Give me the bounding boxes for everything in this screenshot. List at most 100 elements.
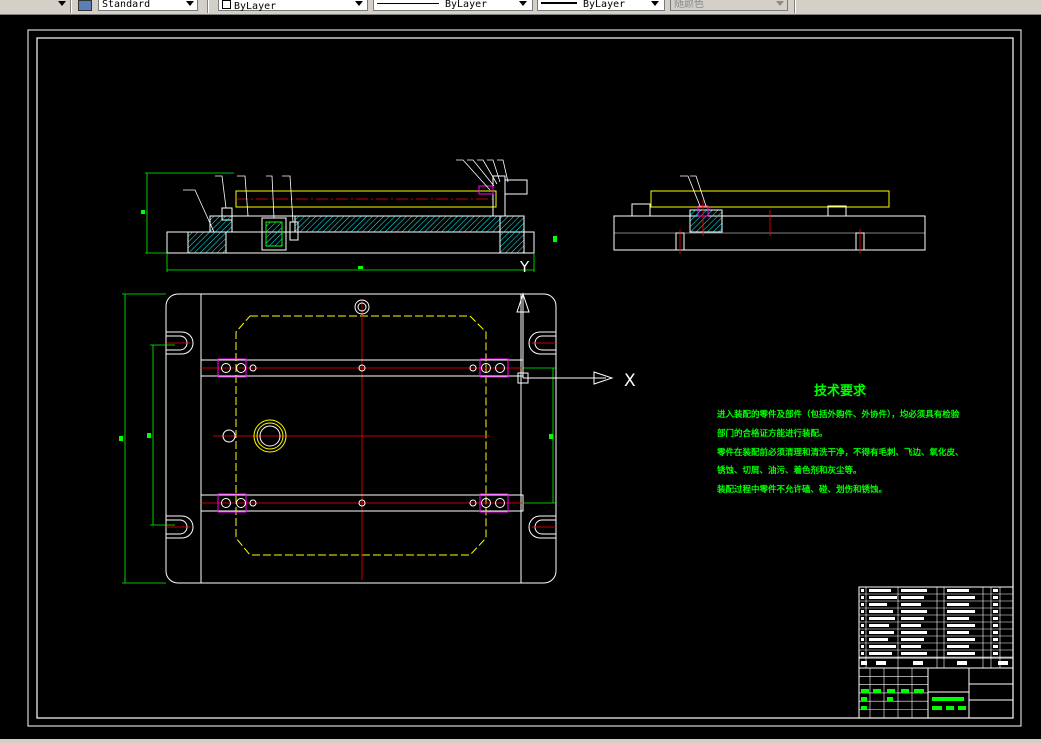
signature-glyphs <box>901 689 909 693</box>
part-name-glyphs <box>869 645 896 648</box>
part-name-glyphs <box>869 652 892 655</box>
ucs-x-label: X <box>624 371 636 391</box>
dimension-text <box>553 236 557 242</box>
side-guide-plate <box>650 190 890 208</box>
part-name-glyphs <box>869 631 894 634</box>
part-name-glyphs <box>869 596 897 599</box>
ucs-arrow-icon <box>516 292 614 385</box>
clamp-heads <box>217 358 509 513</box>
signature-glyphs <box>932 706 942 710</box>
part-name-glyphs <box>869 638 888 641</box>
header-glyphs <box>998 661 1008 665</box>
part-material-glyphs <box>947 596 975 599</box>
part-material-glyphs <box>947 652 975 655</box>
hatched-block <box>499 215 525 254</box>
part-index-glyphs <box>861 631 864 634</box>
tech-line: 进入装配的零件及部件（包括外购件、外协件），均必须具有检验 <box>717 409 960 420</box>
tech-requirements-list: 进入装配的零件及部件（包括外购件、外协件），均必须具有检验 部门的合格证方能进行… <box>716 409 964 495</box>
part-code-glyphs <box>901 610 927 613</box>
text-style-value: Standard <box>102 0 151 10</box>
hatched-block <box>187 231 227 254</box>
title-block <box>858 586 1014 719</box>
header-glyphs <box>913 661 923 665</box>
part-code-glyphs <box>901 645 921 648</box>
status-bar <box>0 739 1041 743</box>
text-style-select[interactable]: Standard <box>98 0 198 11</box>
part-name-glyphs <box>869 610 893 613</box>
plan-dimensions <box>122 293 556 584</box>
ucs-y-label: Y <box>519 258 530 276</box>
part-name-glyphs <box>869 624 889 627</box>
bushing-core <box>265 221 283 247</box>
hatched-plate <box>294 215 501 233</box>
toolbar-separator <box>70 0 72 13</box>
part-name-glyphs <box>869 603 887 606</box>
signature-glyphs <box>946 706 954 710</box>
cad-drawing: Y X 技术要求 进入装配的零件及部件（包括外购件、外协件），均必须具有检验 部… <box>27 29 1022 727</box>
dropdown-arrow-icon[interactable] <box>58 1 66 6</box>
plot-style-select: 随颜色 <box>670 0 788 11</box>
lineweight-sample-icon <box>541 2 577 4</box>
signature-glyphs <box>958 706 966 710</box>
header-glyphs <box>876 661 886 665</box>
chevron-down-icon[interactable] <box>651 1 659 6</box>
part-qty-glyphs <box>993 645 998 648</box>
signature-glyphs <box>887 697 893 701</box>
side-view <box>613 175 926 254</box>
signature-glyphs <box>914 689 924 693</box>
part-code-glyphs <box>901 603 921 606</box>
part-code-glyphs <box>901 652 927 655</box>
linetype-control-value: ByLayer <box>445 0 488 10</box>
signature-glyphs <box>861 706 867 710</box>
chevron-down-icon[interactable] <box>519 1 527 6</box>
bolt-holes <box>221 299 505 508</box>
part-index-glyphs <box>861 652 864 655</box>
part-index-glyphs <box>861 603 864 606</box>
part-code-glyphs <box>901 624 921 627</box>
chevron-down-icon <box>776 1 784 6</box>
text-style-icon[interactable] <box>78 0 92 11</box>
pocket-outline <box>235 315 487 556</box>
part-qty-glyphs <box>993 624 998 627</box>
screw <box>492 175 506 217</box>
color-control-select[interactable]: ByLayer <box>218 0 368 12</box>
signature-glyphs <box>932 697 964 701</box>
part-index-glyphs <box>861 617 864 620</box>
part-index-glyphs <box>861 610 864 613</box>
color-swatch-icon <box>222 0 231 9</box>
header-glyphs <box>861 661 867 665</box>
lineweight-control-select[interactable]: ByLayer <box>537 0 665 11</box>
chevron-down-icon[interactable] <box>186 1 194 6</box>
color-control-value: ByLayer <box>234 1 277 12</box>
dimension-text <box>358 266 363 269</box>
linetype-sample-icon <box>377 3 439 4</box>
plot-style-value: 随颜色 <box>674 0 704 10</box>
properties-toolbar: Standard ByLayer ByLayer ByLayer 随颜色 <box>0 0 1041 15</box>
drawing-canvas[interactable]: Y X 技术要求 进入装配的零件及部件（包括外购件、外协件），均必须具有检验 部… <box>0 15 1041 739</box>
clamp-block <box>504 179 528 195</box>
tech-line: 装配过程中零件不允许磕、碰、划伤和锈蚀。 <box>716 484 887 495</box>
side-block <box>631 203 651 217</box>
part-index-glyphs <box>861 645 864 648</box>
chevron-down-icon[interactable] <box>355 1 363 6</box>
part-material-glyphs <box>947 624 975 627</box>
signature-glyphs <box>861 689 869 693</box>
part-index-glyphs <box>861 638 864 641</box>
part-material-glyphs <box>947 631 969 634</box>
part-qty-glyphs <box>993 631 998 634</box>
dimension-text <box>549 434 553 439</box>
linetype-control-select[interactable]: ByLayer <box>373 0 533 11</box>
part-qty-glyphs <box>993 603 998 606</box>
side-hatched-block <box>689 209 723 233</box>
part-index-glyphs <box>861 589 864 592</box>
part-index-glyphs <box>861 624 864 627</box>
base-plate-plan <box>165 293 557 584</box>
part-qty-glyphs <box>993 617 998 620</box>
part-code-glyphs <box>901 638 924 641</box>
parts-list-text <box>861 589 1008 665</box>
part-material-glyphs <box>947 638 975 641</box>
part-code-glyphs <box>901 596 924 599</box>
part-name-glyphs <box>869 589 891 592</box>
parts-list-grid <box>859 586 1013 668</box>
part-qty-glyphs <box>993 652 998 655</box>
